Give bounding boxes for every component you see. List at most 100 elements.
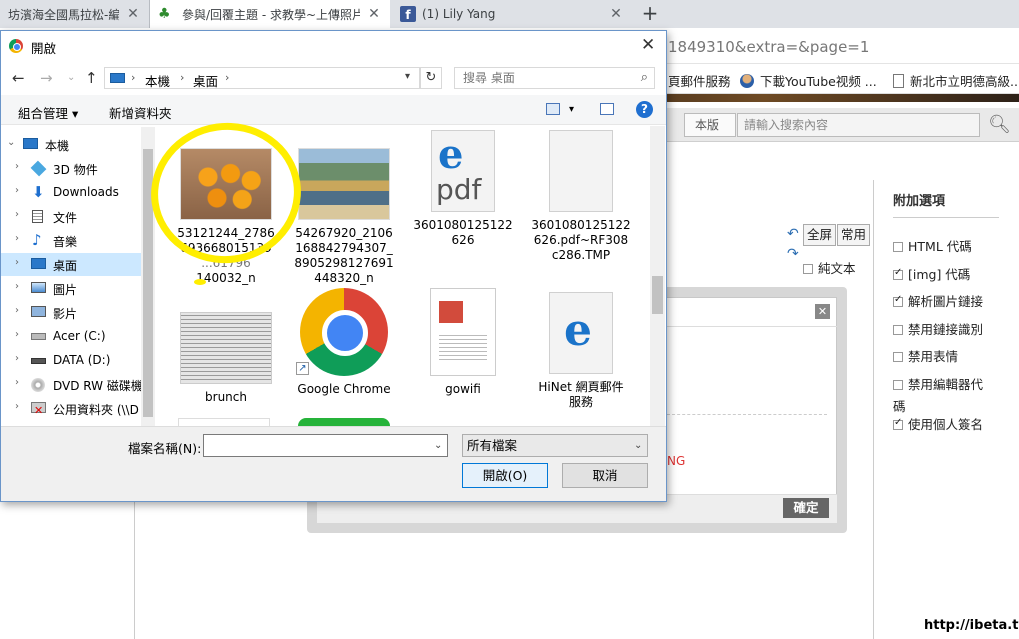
search-placeholder: 搜尋 桌面 xyxy=(463,71,515,85)
search-scope-select[interactable]: 本版 xyxy=(684,113,736,137)
tree-item-downloads[interactable]: › ⬇ Downloads xyxy=(1,181,155,204)
tree-item-label: 桌面 xyxy=(53,259,78,273)
person-icon xyxy=(740,74,754,88)
chrome-icon xyxy=(9,39,23,53)
back-arrow-icon[interactable]: ← xyxy=(12,69,25,87)
chevron-right-icon[interactable]: › xyxy=(15,377,19,388)
chevron-right-icon[interactable]: › xyxy=(15,281,19,292)
tree-item-music[interactable]: › ♪ 音樂 xyxy=(1,229,155,252)
confirm-button[interactable]: 確定 xyxy=(783,498,829,518)
chevron-down-icon[interactable]: ▾ xyxy=(569,104,574,115)
close-icon[interactable]: ✕ xyxy=(815,304,830,319)
search-icon: ⌕ xyxy=(640,70,648,85)
close-icon[interactable]: ✕ xyxy=(608,6,624,22)
tab-title: 參與/回覆主題 - 求教學~上傳照片 xyxy=(182,7,360,22)
tree-item-this-pc[interactable]: ⌄ 本機 xyxy=(1,133,155,156)
tree-item-drive-d[interactable]: › DATA (D:) xyxy=(1,349,155,372)
file-item-gowifi[interactable]: gowifi xyxy=(408,288,518,397)
file-name: 626 xyxy=(451,233,475,247)
chevron-right-icon[interactable]: › xyxy=(15,185,19,196)
file-item-pdf[interactable]: e pdf 3601080125122 626 xyxy=(408,130,518,248)
option-use-signature[interactable]: 使用個人簽名 xyxy=(893,414,983,433)
preview-pane-icon[interactable] xyxy=(600,103,614,115)
downloads-icon: ⬇ xyxy=(32,183,45,201)
option-img-code[interactable]: [img] 代碼 xyxy=(893,264,970,283)
tree-item-desktop[interactable]: › 桌面 xyxy=(1,253,155,276)
view-options-icon[interactable] xyxy=(546,103,560,115)
option-label: 禁用表情 xyxy=(908,349,959,364)
file-name: 168842794307_ xyxy=(295,241,393,255)
option-label: 禁用編輯器代 xyxy=(908,377,984,392)
chevron-right-icon[interactable]: › xyxy=(15,353,19,364)
chevron-right-icon[interactable]: › xyxy=(15,329,19,340)
close-icon[interactable]: ✕ xyxy=(125,6,141,22)
close-icon[interactable]: ✕ xyxy=(641,35,655,55)
chevron-down-icon[interactable]: ⌄ xyxy=(434,440,442,451)
organize-button[interactable]: 組合管理 ▾ xyxy=(18,103,78,122)
tree-item-documents[interactable]: › 文件 xyxy=(1,205,155,228)
refresh-icon[interactable]: ↻ xyxy=(420,67,442,89)
recent-locations-chevron-icon[interactable]: ⌄ xyxy=(67,72,75,83)
plain-text-checkbox[interactable]: 純文本 xyxy=(803,258,856,277)
breadcrumb[interactable]: › 本機 › 桌面 › ▾ xyxy=(104,67,420,89)
tree-item-3d-objects[interactable]: › 3D 物件 xyxy=(1,157,155,180)
new-folder-button[interactable]: 新增資料夾 xyxy=(109,103,172,122)
chevron-right-icon: › xyxy=(180,71,185,84)
redo-icon[interactable]: ↷ xyxy=(787,246,799,262)
chevron-down-icon[interactable]: ⌄ xyxy=(7,137,15,148)
page-icon xyxy=(893,74,904,88)
chevron-right-icon[interactable]: › xyxy=(15,305,19,316)
3d-objects-icon xyxy=(30,160,47,177)
forward-arrow-icon[interactable]: → xyxy=(40,69,53,87)
file-item-google-chrome[interactable]: Google Chrome xyxy=(289,288,399,397)
bookmark-mail[interactable]: 頁郵件服務 xyxy=(668,71,731,90)
tree-item-pictures[interactable]: › 圖片 xyxy=(1,277,155,300)
file-item-tmp[interactable]: 3601080125122 626.pdf~RF308 c286.TMP xyxy=(526,130,636,263)
tree-item-dvd[interactable]: › DVD RW 磁碟機 xyxy=(1,373,155,396)
breadcrumb-desktop[interactable]: 桌面 xyxy=(193,71,218,90)
chevron-down-icon[interactable]: ▾ xyxy=(405,71,410,82)
cancel-button[interactable]: 取消 xyxy=(562,463,648,488)
file-item-brunch[interactable]: brunch xyxy=(171,312,281,405)
dialog-search-input[interactable]: 搜尋 桌面 ⌕ xyxy=(454,67,655,89)
bookmark-school[interactable]: 新北市立明德高級... xyxy=(893,71,1019,90)
tab-marathon[interactable]: 坊濱海全國馬拉松-編輯 ✕ xyxy=(0,0,150,28)
tree-item-network-folder[interactable]: › ✕ 公用資料夾 (\\D xyxy=(1,397,155,420)
chevron-right-icon[interactable]: › xyxy=(15,161,19,172)
file-item-group-photo[interactable]: 54267920_2106 168842794307_ 890529812769… xyxy=(289,148,399,286)
tree-favicon-icon: ♣ xyxy=(158,6,171,22)
option-label: [img] 代碼 xyxy=(908,267,971,282)
tree-item-drive-c[interactable]: › Acer (C:) xyxy=(1,325,155,348)
up-arrow-icon[interactable]: ↑ xyxy=(85,69,98,87)
option-disable-editor-code[interactable]: 禁用編輯器代 xyxy=(893,374,983,393)
option-disable-link-detect[interactable]: 禁用鏈接識別 xyxy=(893,319,983,338)
fullscreen-button[interactable]: 全屏 xyxy=(803,224,837,246)
close-icon[interactable]: ✕ xyxy=(366,6,382,22)
chevron-down-icon[interactable]: ⌄ xyxy=(634,440,642,451)
bookmark-youtube-download[interactable]: 下載YouTube视频 ... xyxy=(740,71,877,90)
option-html-code[interactable]: HTML 代碼 xyxy=(893,236,972,255)
tab-facebook[interactable]: f (1) Lily Yang ✕ xyxy=(392,0,632,28)
file-grid-scrollbar-thumb[interactable] xyxy=(652,276,663,314)
tree-item-videos[interactable]: › 影片 xyxy=(1,301,155,324)
chevron-right-icon[interactable]: › xyxy=(15,209,19,220)
tab-reply-topic[interactable]: ♣ 參與/回覆主題 - 求教學~上傳照片 ✕ xyxy=(150,0,390,28)
breadcrumb-this-pc[interactable]: 本機 xyxy=(145,71,170,90)
forum-search-input[interactable]: 請輸入搜索內容 xyxy=(737,113,980,137)
search-icon[interactable]: 🔍︎ xyxy=(988,114,1011,135)
new-tab-button[interactable]: + xyxy=(638,0,662,28)
option-disable-smilies[interactable]: 禁用表情 xyxy=(893,346,958,365)
chevron-right-icon[interactable]: › xyxy=(15,257,19,268)
chevron-right-icon[interactable]: › xyxy=(15,401,19,412)
chevron-right-icon[interactable]: › xyxy=(15,233,19,244)
address-bar-url[interactable]: 1849310&extra=&page=1 xyxy=(668,38,869,56)
file-item-hinet[interactable]: e HiNet 網頁郵件 服務 xyxy=(526,292,636,410)
filetype-select[interactable]: 所有檔案 xyxy=(462,434,648,457)
common-button[interactable]: 常用 xyxy=(837,224,871,246)
help-icon[interactable]: ? xyxy=(636,101,653,118)
open-button[interactable]: 開啟(O) xyxy=(462,463,548,488)
undo-icon[interactable]: ↶ xyxy=(787,226,799,242)
option-parse-image-links[interactable]: 解析圖片鏈接 xyxy=(893,291,983,310)
music-icon: ♪ xyxy=(32,231,42,249)
filename-input[interactable] xyxy=(203,434,448,457)
